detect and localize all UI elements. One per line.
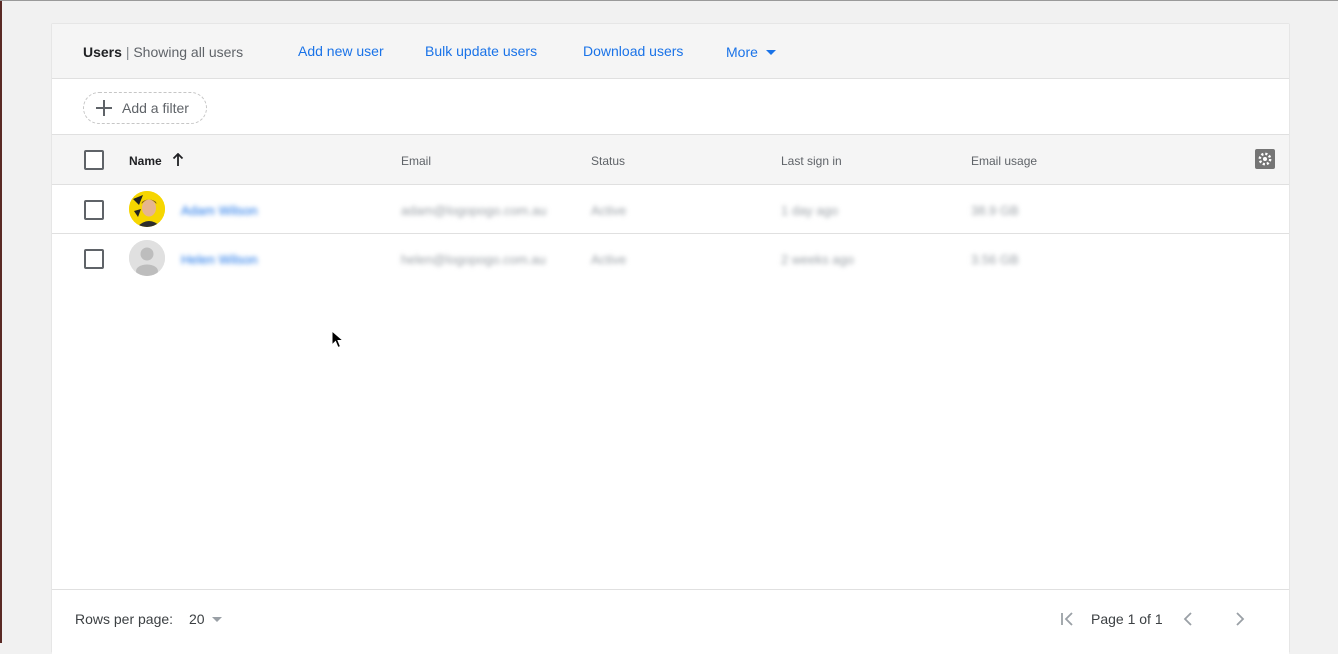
add-new-user-link[interactable]: Add new user bbox=[298, 43, 384, 59]
plus-icon bbox=[96, 100, 112, 116]
user-photo-icon bbox=[129, 191, 165, 227]
column-header-name[interactable]: Name bbox=[129, 154, 162, 168]
table-row[interactable]: Adam Wilson adam@logopogo.com.au Active … bbox=[52, 185, 1289, 234]
user-name-link[interactable]: Adam Wilson bbox=[181, 203, 258, 218]
download-users-link[interactable]: Download users bbox=[583, 43, 683, 59]
more-menu-button[interactable]: More bbox=[726, 44, 776, 60]
user-status: Active bbox=[591, 203, 627, 218]
previous-page-icon[interactable] bbox=[1179, 610, 1197, 628]
more-label: More bbox=[726, 44, 758, 60]
column-header-status[interactable]: Status bbox=[591, 154, 625, 168]
user-email: adam@logopogo.com.au bbox=[401, 203, 547, 218]
row-checkbox[interactable] bbox=[84, 200, 104, 220]
rows-per-page-caret-icon[interactable] bbox=[212, 617, 222, 622]
user-name-link[interactable]: Helen Wilson bbox=[181, 252, 258, 267]
bulk-update-users-link[interactable]: Bulk update users bbox=[425, 43, 537, 59]
users-panel: Users | Showing all users Add new user B… bbox=[51, 23, 1290, 654]
user-last-sign-in: 1 day ago bbox=[781, 203, 839, 218]
user-last-sign-in: 2 weeks ago bbox=[781, 252, 854, 267]
table-row[interactable]: Helen Wilson helen@logopogo.com.au Activ… bbox=[52, 234, 1289, 283]
avatar bbox=[129, 240, 165, 276]
user-email: helen@logopogo.com.au bbox=[401, 252, 546, 267]
sort-ascending-arrow-icon[interactable] bbox=[172, 153, 184, 167]
default-person-icon bbox=[129, 240, 165, 276]
next-page-icon[interactable] bbox=[1231, 610, 1249, 628]
column-settings-gear-icon[interactable] bbox=[1255, 149, 1275, 169]
page-info: Page 1 of 1 bbox=[1091, 611, 1163, 627]
rows-per-page-label: Rows per page: bbox=[75, 611, 174, 627]
first-page-icon[interactable] bbox=[1059, 610, 1077, 628]
column-header-email[interactable]: Email bbox=[401, 154, 431, 168]
filter-bar: Add a filter bbox=[52, 79, 1289, 135]
column-header-email-usage[interactable]: Email usage bbox=[971, 154, 1037, 168]
window-edge-top bbox=[0, 0, 1338, 1]
column-header-last-sign-in[interactable]: Last sign in bbox=[781, 154, 842, 168]
user-status: Active bbox=[591, 252, 627, 267]
add-filter-button[interactable]: Add a filter bbox=[83, 92, 207, 124]
user-email-usage: 3.56 GB bbox=[971, 252, 1019, 267]
title-separator: | bbox=[125, 44, 130, 60]
user-email-usage: 38.9 GB bbox=[971, 203, 1019, 218]
table-header: Name Email Status Last sign in Email usa… bbox=[52, 135, 1289, 185]
pagination-footer: Rows per page: 20 Page 1 of 1 bbox=[52, 589, 1289, 654]
add-filter-label: Add a filter bbox=[122, 100, 189, 116]
title-subtitle: Showing all users bbox=[133, 44, 244, 60]
dropdown-caret-icon bbox=[765, 50, 776, 55]
rows-per-page-select[interactable]: 20 bbox=[189, 611, 205, 627]
row-checkbox[interactable] bbox=[84, 249, 104, 269]
window-edge-left bbox=[0, 0, 2, 643]
title-users: Users bbox=[83, 44, 122, 60]
avatar bbox=[129, 191, 165, 227]
select-all-checkbox[interactable] bbox=[84, 150, 104, 170]
mouse-pointer-icon bbox=[331, 330, 345, 349]
users-toolbar: Users | Showing all users Add new user B… bbox=[52, 24, 1289, 79]
page-title: Users | Showing all users bbox=[83, 44, 243, 60]
